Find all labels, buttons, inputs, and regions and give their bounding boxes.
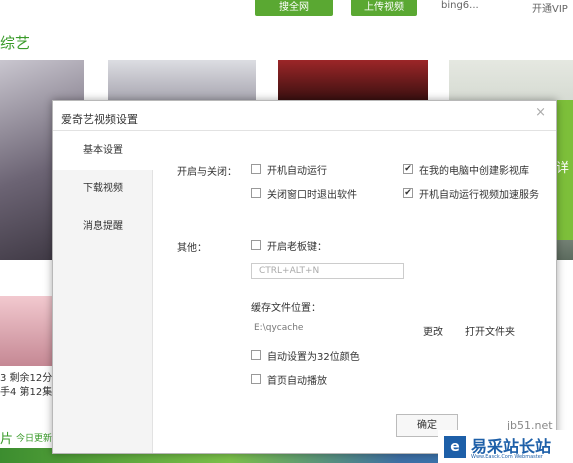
today-icon: 片 [0, 432, 14, 447]
today-update-label[interactable]: 今日更新 [16, 431, 52, 444]
checkbox[interactable] [251, 188, 261, 198]
option-label: 开机自动运行视频加速服务 [419, 189, 539, 201]
startup-label: 开启与关闭： [177, 167, 237, 178]
color32-option[interactable]: 自动设置为32位颜色 [251, 348, 360, 363]
dialog-header[interactable]: 爱奇艺视频设置 × [53, 101, 556, 131]
video-thumbnail[interactable] [278, 60, 428, 100]
create-library-option[interactable]: ✔ 在我的电脑中创建影视库 [403, 162, 529, 177]
checkbox-checked[interactable]: ✔ [403, 164, 413, 174]
watermark: e 易采站长站 Www.Easck.Com Webmaster [438, 430, 573, 463]
sidebar-item-basic[interactable]: 基本设置 [53, 132, 153, 170]
cache-location-label: 缓存文件位置： [251, 303, 321, 314]
category-title: 综艺 [0, 34, 31, 52]
checkbox[interactable] [251, 164, 261, 174]
checkbox[interactable] [251, 350, 261, 360]
upload-video-button[interactable]: 上传视频 [351, 0, 417, 16]
video-thumbnail[interactable] [0, 296, 52, 366]
auto-start-option[interactable]: 开机自动运行 [251, 162, 327, 177]
dialog-title: 爱奇艺视频设置 [61, 113, 138, 126]
sidebar-item-download[interactable]: 下载视频 [53, 170, 152, 208]
other-label: 其他： [177, 243, 207, 254]
search-all-button[interactable]: 搜全网 [255, 0, 333, 16]
settings-sidebar: 基本设置 下载视频 消息提醒 [53, 132, 153, 453]
sidebar-item-notification[interactable]: 消息提醒 [53, 208, 152, 246]
open-folder-button[interactable]: 打开文件夹 [465, 323, 515, 338]
option-label: 自动设置为32位颜色 [267, 351, 360, 363]
video-thumbnail[interactable] [108, 60, 256, 100]
option-label: 关闭窗口时退出软件 [267, 189, 357, 201]
option-label: 在我的电脑中创建影视库 [419, 165, 529, 177]
cache-path: E:\qycache [254, 323, 304, 333]
watermark-subtitle: Www.Easck.Com Webmaster [471, 454, 543, 460]
checkbox[interactable] [251, 240, 261, 250]
acceleration-service-option[interactable]: ✔ 开机自动运行视频加速服务 [403, 186, 539, 201]
exit-on-close-option[interactable]: 关闭窗口时退出软件 [251, 186, 357, 201]
settings-dialog: 爱奇艺视频设置 × 基本设置 下载视频 消息提醒 开启与关闭： 开机自动运行 ✔… [52, 100, 557, 454]
checkbox[interactable] [251, 374, 261, 384]
logo-icon: e [444, 436, 466, 458]
autoplay-option[interactable]: 首页自动播放 [251, 372, 327, 387]
change-button[interactable]: 更改 [423, 323, 443, 338]
option-label: 首页自动播放 [267, 375, 327, 387]
boss-key-option[interactable]: 开启老板键： [251, 238, 327, 253]
option-label: 开机自动运行 [267, 165, 327, 177]
episode-label: 3 剩余12分 [0, 373, 53, 384]
username-label[interactable]: bing6... [441, 0, 479, 11]
vip-link[interactable]: 开通VIP [532, 0, 568, 15]
episode-label: 手4 第12集 [0, 387, 53, 398]
top-bar: 搜全网 上传视频 bing6... 开通VIP [0, 0, 573, 20]
side-banner-text: 详 [556, 161, 570, 176]
hotkey-input[interactable]: CTRL+ALT+N [251, 263, 404, 279]
option-label: 开启老板键： [267, 241, 327, 253]
close-icon[interactable]: × [535, 105, 546, 120]
checkbox-checked[interactable]: ✔ [403, 188, 413, 198]
